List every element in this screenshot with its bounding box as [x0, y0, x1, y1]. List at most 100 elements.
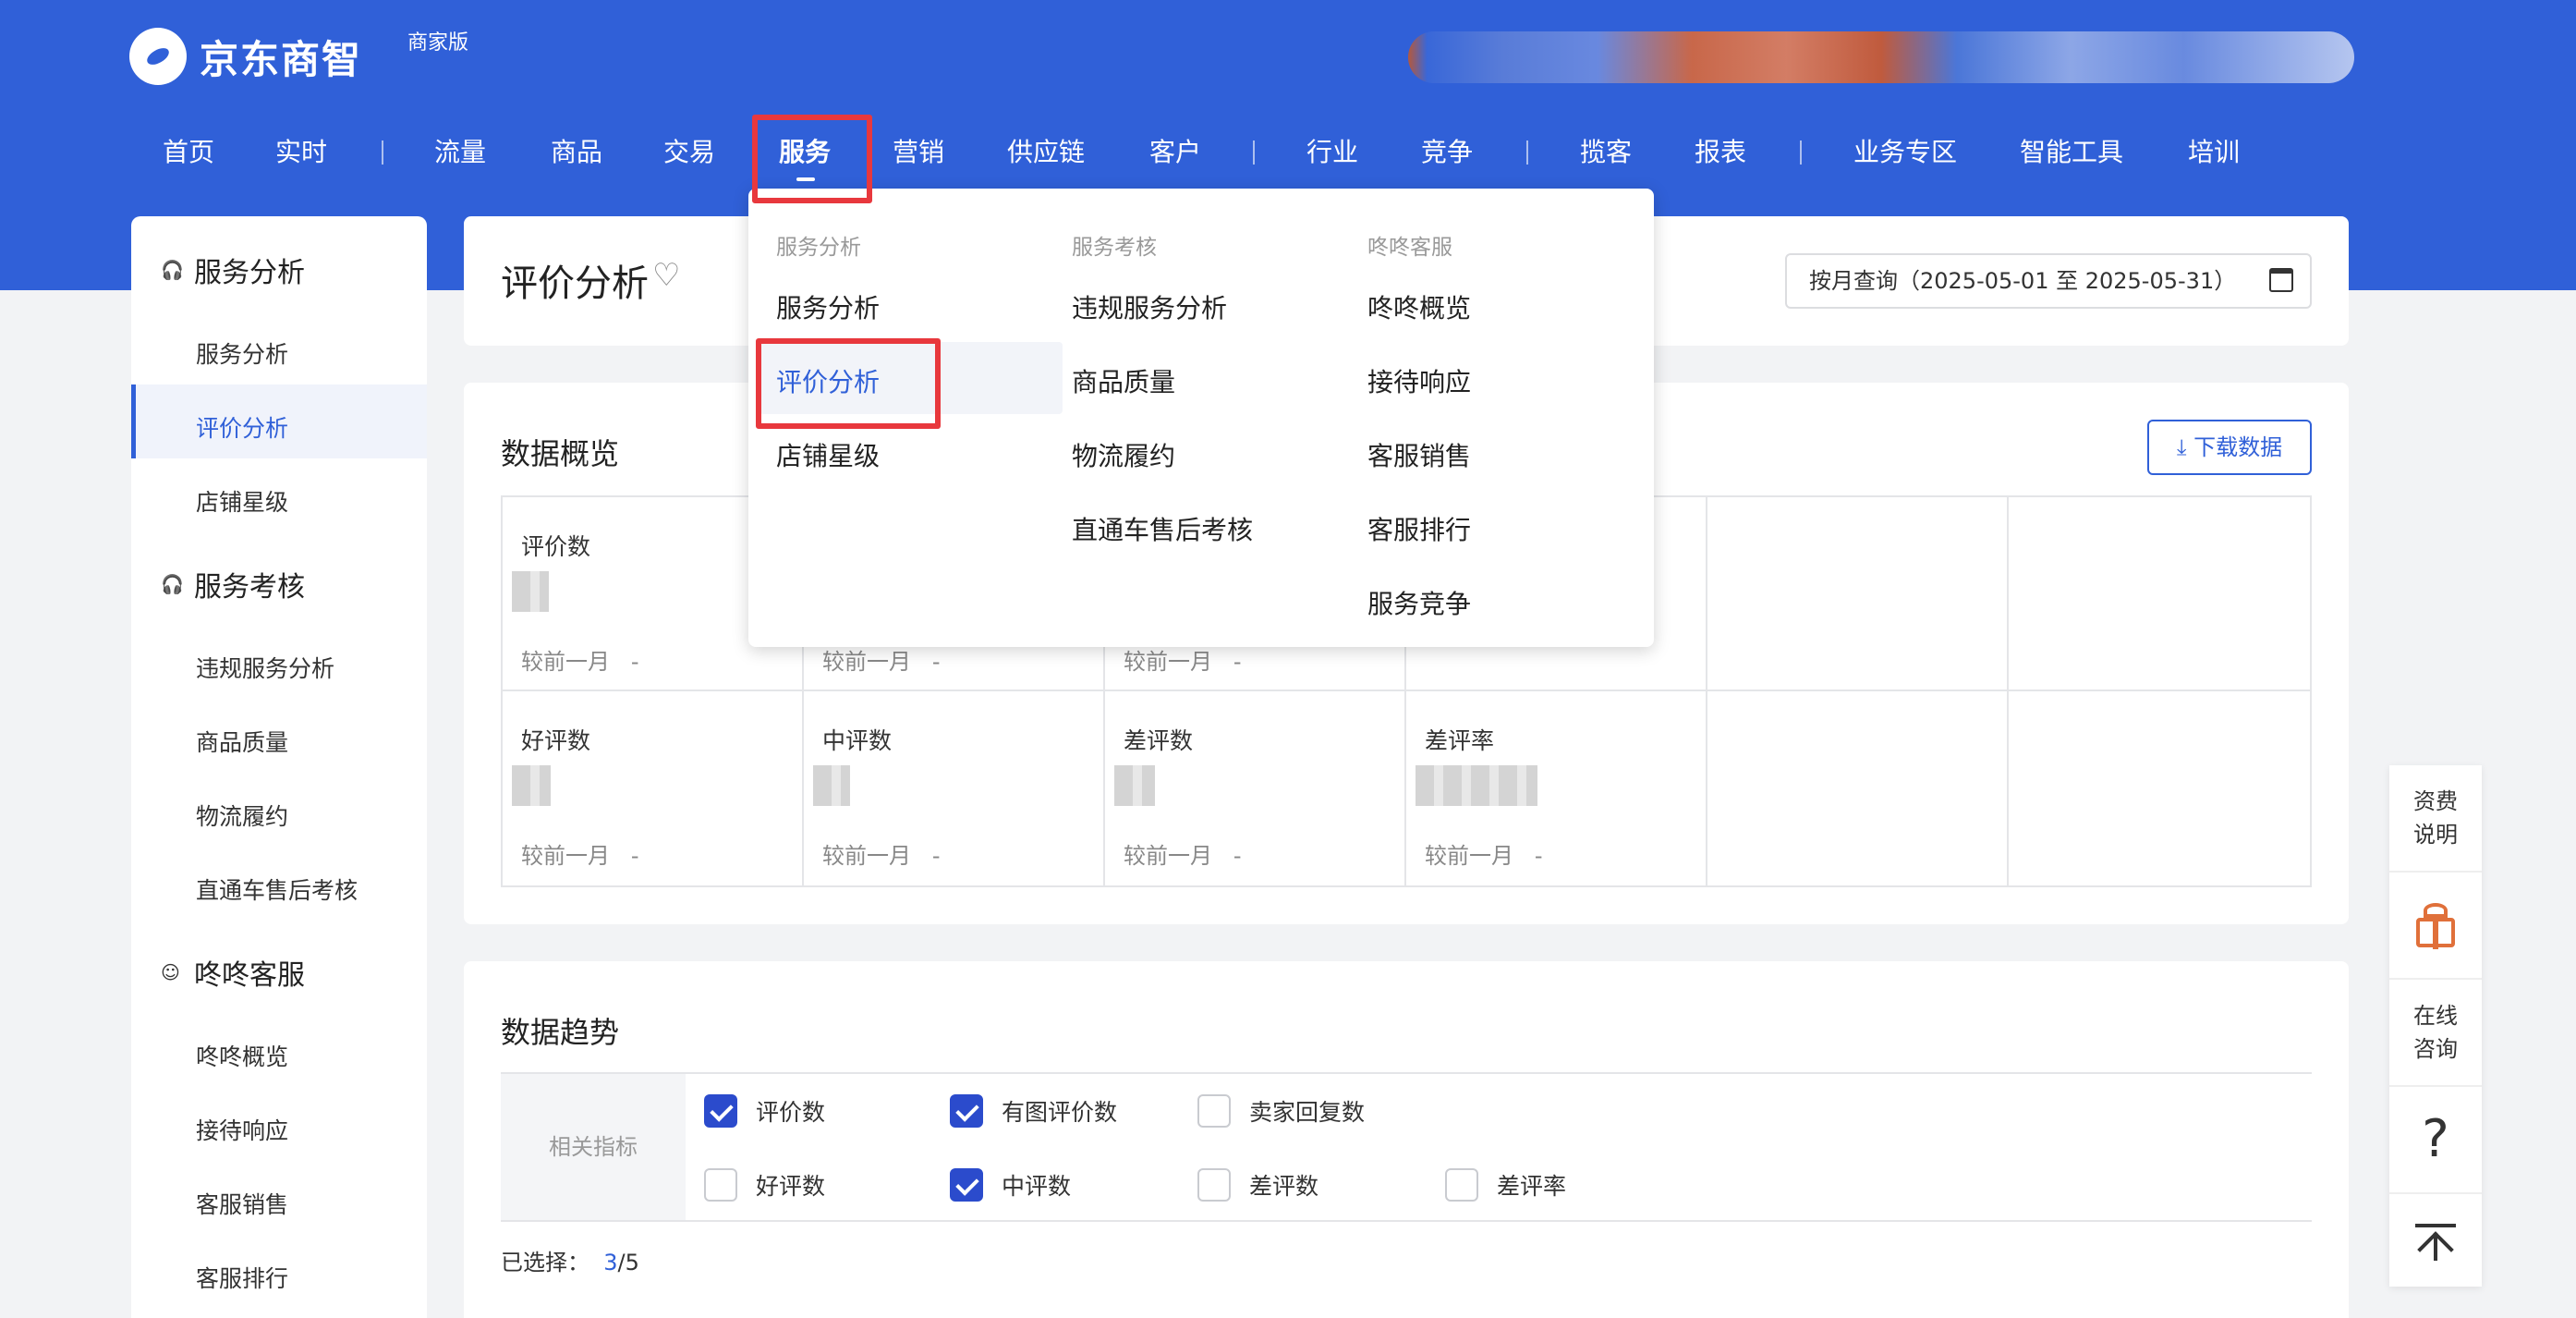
- nav-traffic[interactable]: 流量: [434, 129, 486, 176]
- dropdown-item-reception[interactable]: 接待响应: [1367, 362, 1471, 399]
- checkbox-box[interactable]: [1197, 1094, 1231, 1128]
- brand-edition: 商家版: [407, 31, 469, 55]
- nav-home[interactable]: 首页: [163, 129, 214, 176]
- checkbox-box[interactable]: [1445, 1168, 1478, 1202]
- sidebar-item-aftersale-assessment[interactable]: 直通车售后考核: [196, 873, 358, 906]
- checkbox-bad-review-count[interactable]: 差评数: [1197, 1168, 1318, 1202]
- sidebar: 🎧 服务分析 服务分析 评价分析 店铺星级 🎧 服务考核 违规服务分析 商品质量…: [131, 216, 427, 1318]
- logo[interactable]: 京东商智: [129, 28, 362, 85]
- sidebar-item-store-rating[interactable]: 店铺星级: [196, 484, 288, 518]
- metric-cell-empty: [2009, 497, 2310, 691]
- dropdown-item-service-competition[interactable]: 服务竞争: [1367, 584, 1471, 621]
- nav-realtime[interactable]: 实时: [275, 129, 327, 176]
- checkbox-box[interactable]: [950, 1168, 983, 1202]
- checkbox-bad-review-rate[interactable]: 差评率: [1445, 1168, 1566, 1202]
- metric-label: 差评率: [1425, 727, 1495, 754]
- metric-cell: 差评数 较前一月 -: [1105, 691, 1406, 885]
- headset-icon: 🎧: [161, 573, 184, 595]
- nav-competition[interactable]: 竞争: [1421, 129, 1473, 176]
- dropdown-item-logistics[interactable]: 物流履约: [1072, 436, 1175, 473]
- dropdown-item-store-rating[interactable]: 店铺星级: [776, 436, 880, 473]
- help-button[interactable]: ?: [2389, 1087, 2482, 1194]
- sidebar-item-cs-sales[interactable]: 客服销售: [196, 1187, 288, 1220]
- checkbox-neutral-review-count[interactable]: 中评数: [950, 1168, 1071, 1202]
- metric-cell: 好评数 较前一月 -: [503, 691, 804, 885]
- checkbox-box[interactable]: [1197, 1168, 1231, 1202]
- overview-title: 数据概览: [501, 436, 620, 471]
- back-to-top-button[interactable]: [2389, 1194, 2482, 1287]
- highlight-nav-service: [752, 115, 872, 203]
- nav-acquire[interactable]: 揽客: [1580, 129, 1632, 176]
- metric-cell-empty: [1707, 691, 2009, 885]
- sidebar-item-cs-ranking[interactable]: 客服排行: [196, 1261, 288, 1294]
- checkbox-box[interactable]: [704, 1168, 737, 1202]
- dropdown-item-product-quality[interactable]: 商品质量: [1072, 362, 1175, 399]
- sidebar-item-product-quality[interactable]: 商品质量: [196, 725, 288, 758]
- headset-icon: 🎧: [161, 259, 184, 281]
- checkbox-image-review-count[interactable]: 有图评价数: [950, 1094, 1117, 1128]
- nav-separator: [382, 140, 383, 165]
- trend-title: 数据趋势: [501, 1015, 620, 1050]
- dropdown-item-aftersale-assessment[interactable]: 直通车售后考核: [1072, 510, 1253, 547]
- metric-cell-empty: [1707, 497, 2009, 691]
- metric-cell: 中评数 较前一月 -: [804, 691, 1105, 885]
- sidebar-item-review-analysis[interactable]: 评价分析: [196, 410, 288, 444]
- page-title: 评价分析: [501, 262, 649, 305]
- nav-industry[interactable]: 行业: [1306, 129, 1358, 176]
- metric-compare: 较前一月 -: [521, 843, 639, 869]
- checkbox-box[interactable]: [704, 1094, 737, 1128]
- dropdown-item-cs-ranking[interactable]: 客服排行: [1367, 510, 1471, 547]
- sidebar-group-label: 服务分析: [194, 257, 305, 289]
- checkbox-good-review-count[interactable]: 好评数: [704, 1168, 825, 1202]
- date-range-picker[interactable]: 按月查询（2025-05-01 至 2025-05-31）: [1785, 253, 2312, 309]
- metric-compare: 较前一月 -: [1124, 649, 1242, 675]
- nav-customers[interactable]: 客户: [1149, 129, 1201, 176]
- sidebar-group-service-analysis[interactable]: 🎧 服务分析: [161, 250, 305, 290]
- dropdown-item-violation-analysis[interactable]: 违规服务分析: [1072, 288, 1227, 325]
- account-info-blurred[interactable]: [1408, 31, 2354, 83]
- metric-selector-label: 相关指标: [501, 1074, 686, 1220]
- dropdown-item-dongdong-overview[interactable]: 咚咚概览: [1367, 288, 1471, 325]
- metric-compare: 较前一月 -: [822, 843, 941, 869]
- nav-smart-tools[interactable]: 智能工具: [2020, 129, 2123, 176]
- checkbox-review-count[interactable]: 评价数: [704, 1094, 825, 1128]
- dropdown-heading: 咚咚客服: [1367, 236, 1452, 260]
- sidebar-group-service-assessment[interactable]: 🎧 服务考核: [161, 564, 305, 604]
- metric-value-blurred: [512, 571, 549, 612]
- dropdown-item-cs-sales[interactable]: 客服销售: [1367, 436, 1471, 473]
- calendar-icon: [2269, 268, 2293, 292]
- nav-business-zone[interactable]: 业务专区: [1853, 129, 1957, 176]
- sidebar-item-service-analysis[interactable]: 服务分析: [196, 336, 288, 370]
- sidebar-item-logistics[interactable]: 物流履约: [196, 799, 288, 832]
- gift-button[interactable]: [2389, 873, 2482, 980]
- nav-separator: [1526, 140, 1528, 165]
- metric-cell-empty: [2009, 691, 2310, 885]
- checkbox-box[interactable]: [950, 1094, 983, 1128]
- download-data-button[interactable]: ⤓ 下载数据: [2147, 420, 2312, 475]
- favorite-heart-icon[interactable]: ♡: [652, 257, 680, 294]
- dropdown-item-service-analysis[interactable]: 服务分析: [776, 288, 880, 325]
- highlight-review-analysis: [756, 338, 941, 429]
- metric-cell: 差评率 较前一月 -: [1406, 691, 1707, 885]
- nav-trade[interactable]: 交易: [663, 129, 715, 176]
- nav-products[interactable]: 商品: [551, 129, 602, 176]
- sidebar-item-violation-analysis[interactable]: 违规服务分析: [196, 651, 334, 684]
- jd-logo-icon: [129, 28, 187, 85]
- back-to-top-icon: [2415, 1220, 2456, 1261]
- fee-info-button[interactable]: 资费说明: [2389, 765, 2482, 873]
- online-consult-button[interactable]: 在线咨询: [2389, 980, 2482, 1087]
- sidebar-item-dongdong-overview[interactable]: 咚咚概览: [196, 1039, 288, 1072]
- nav-reports[interactable]: 报表: [1695, 129, 1746, 176]
- nav-supply-chain[interactable]: 供应链: [1007, 129, 1085, 176]
- nav-training[interactable]: 培训: [2188, 129, 2240, 176]
- sidebar-item-reception[interactable]: 接待响应: [196, 1113, 288, 1146]
- metric-label: 中评数: [822, 727, 893, 754]
- nav-separator: [1253, 140, 1255, 165]
- sidebar-group-dongdong[interactable]: ☺ 咚咚客服: [161, 952, 305, 993]
- metric-value-blurred: [813, 765, 850, 806]
- gift-icon: [2412, 901, 2459, 949]
- nav-marketing[interactable]: 营销: [893, 129, 944, 176]
- dropdown-heading: 服务考核: [1072, 236, 1157, 260]
- sidebar-group-label: 服务考核: [194, 571, 305, 604]
- checkbox-seller-reply-count[interactable]: 卖家回复数: [1197, 1094, 1365, 1128]
